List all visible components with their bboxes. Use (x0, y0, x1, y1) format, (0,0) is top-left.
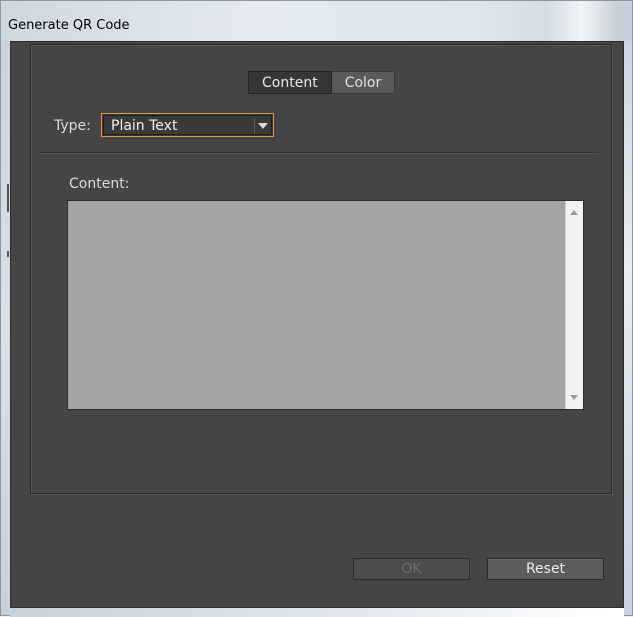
section-divider (40, 152, 598, 153)
tab-color[interactable]: Color (331, 71, 396, 94)
type-dropdown[interactable]: Plain Text (101, 113, 274, 137)
title-bar[interactable]: Generate QR Code (1, 1, 632, 41)
type-dropdown-inner: Plain Text (103, 115, 272, 135)
dialog-window: Generate QR Code Content Color Type: Pla… (0, 0, 633, 617)
dropdown-divider (254, 118, 255, 134)
window-title: Generate QR Code (8, 18, 130, 33)
scroll-up-icon[interactable] (570, 210, 578, 215)
tab-content[interactable]: Content (248, 71, 332, 94)
window-left-border (1, 41, 9, 615)
content-textarea[interactable] (68, 201, 565, 409)
content-textarea-container (67, 200, 584, 410)
ok-button[interactable]: OK (353, 558, 470, 580)
tab-bar: Content Color (248, 71, 396, 94)
content-label: Content: (69, 176, 130, 192)
scroll-down-icon[interactable] (570, 395, 578, 400)
textarea-scrollbar[interactable] (565, 201, 583, 409)
type-dropdown-value: Plain Text (111, 118, 178, 134)
window-edge-mark (7, 184, 9, 212)
reset-button[interactable]: Reset (487, 558, 604, 580)
chevron-down-icon (258, 123, 268, 129)
window-edge-mark (7, 251, 9, 257)
window-right-border (624, 41, 632, 615)
title-glare (546, 1, 616, 41)
type-label: Type: (54, 118, 91, 134)
